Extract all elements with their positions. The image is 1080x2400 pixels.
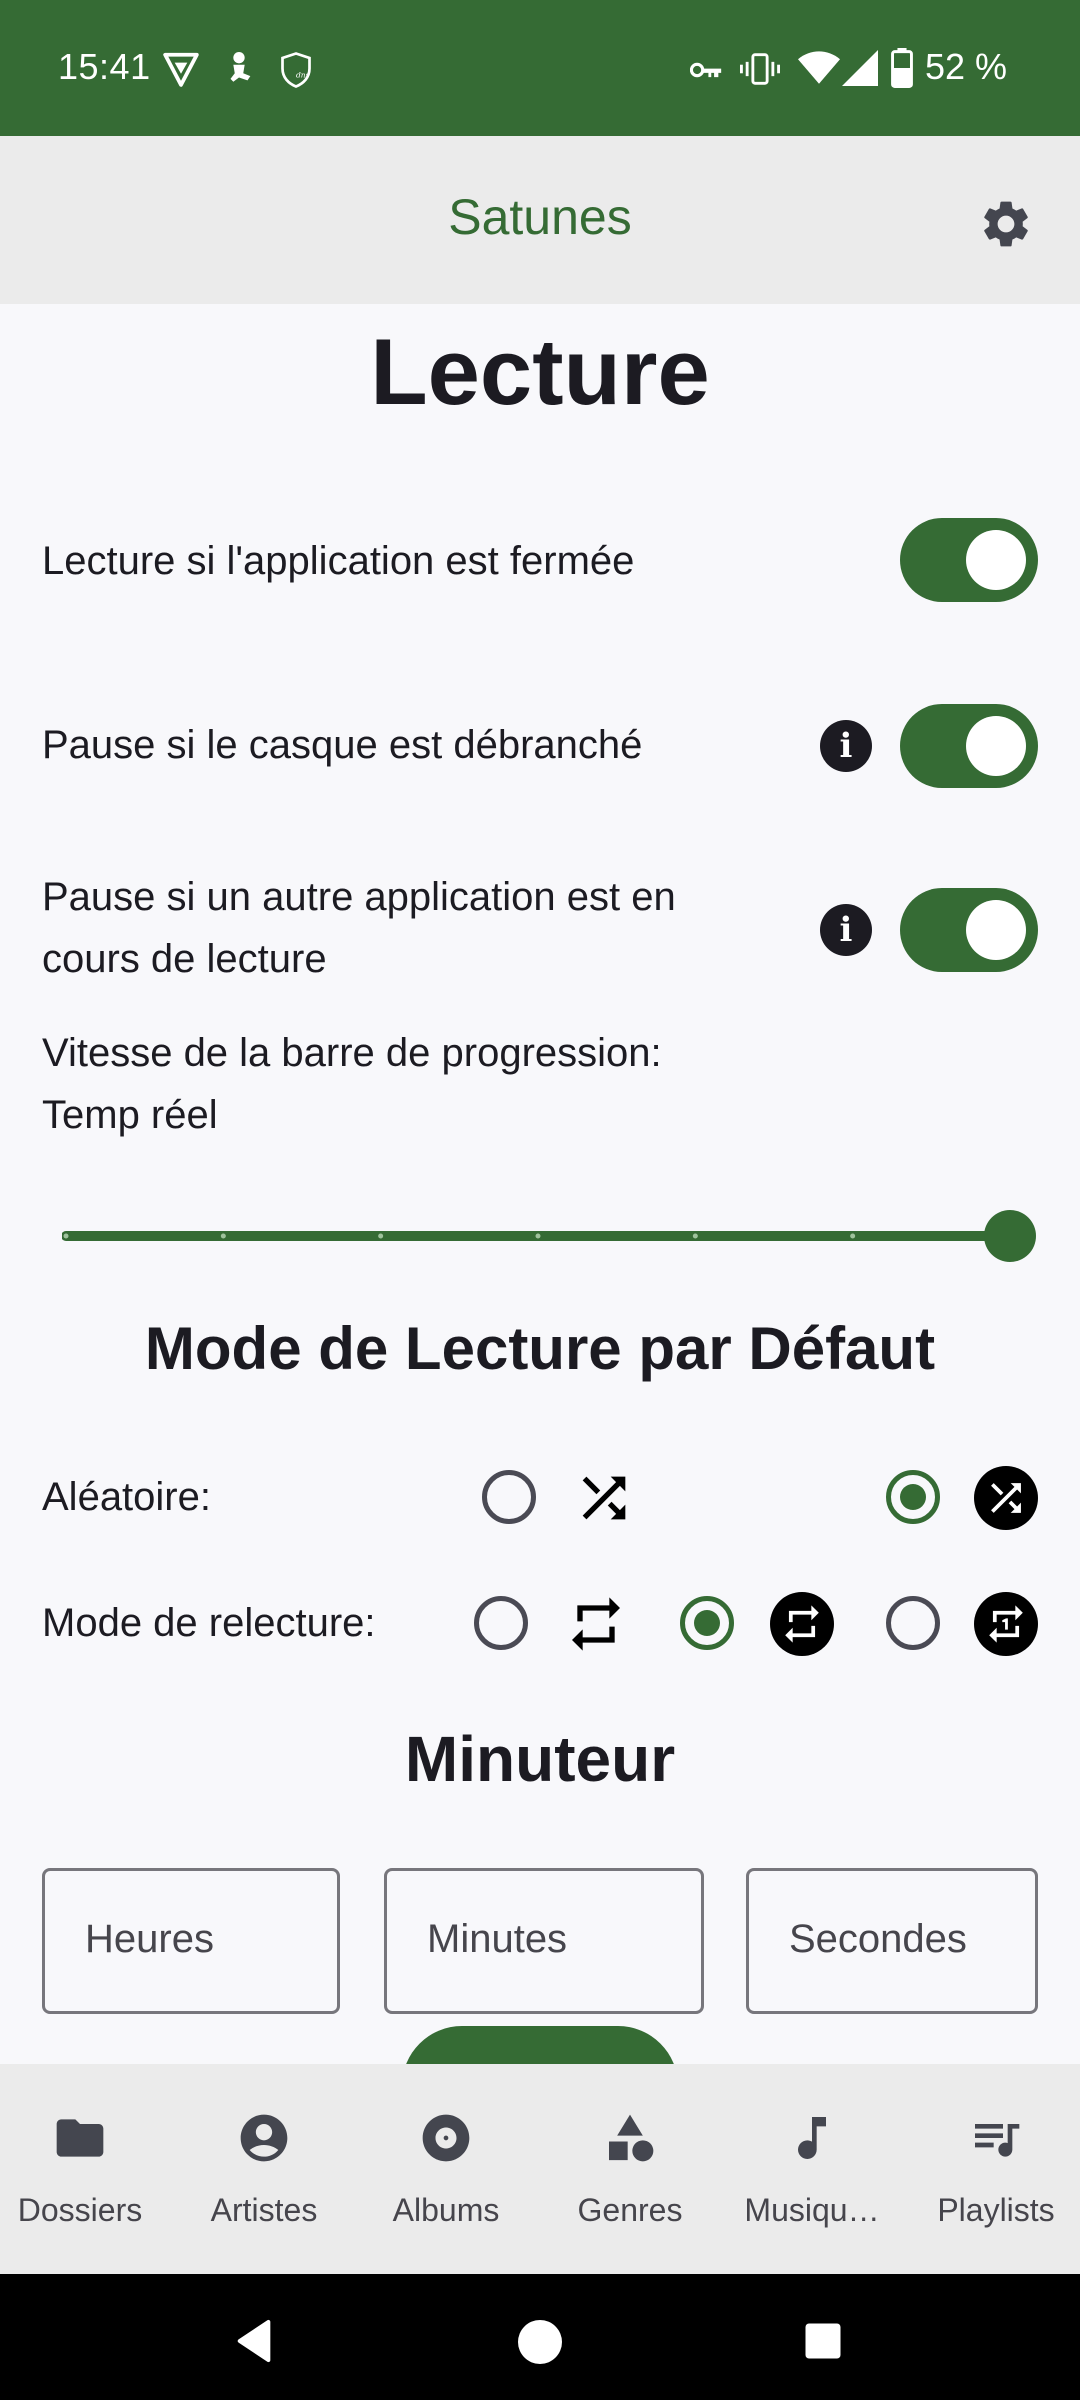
timer-hours-placeholder: Heures — [85, 1917, 214, 1961]
info-icon[interactable]: i — [820, 904, 872, 956]
battery-icon — [891, 48, 913, 88]
home-icon[interactable] — [516, 2318, 564, 2366]
nav-label: Musiqu… — [744, 2192, 880, 2228]
repeat-one-filled-icon[interactable] — [974, 1592, 1038, 1656]
toggle-knob — [966, 900, 1026, 960]
bottom-navigation: Dossiers Artistes Albums Genres Musiqu… … — [0, 2064, 1080, 2274]
info-icon[interactable]: i — [820, 720, 872, 772]
toggle-knob — [966, 530, 1026, 590]
slider-tick — [220, 1233, 226, 1239]
music-note-icon — [798, 2117, 826, 2159]
progress-speed-slider[interactable] — [62, 1206, 1040, 1266]
slider-tick — [378, 1233, 384, 1239]
nav-label: Genres — [577, 2192, 683, 2228]
app-bar: Satunes — [0, 136, 1080, 304]
section-title-timer: Minuteur — [404, 1723, 676, 1795]
toggle-pause-other-app[interactable] — [900, 888, 1038, 972]
nav-item-playlists[interactable]: Playlists — [906, 2064, 1080, 2274]
vpn-triangle-icon — [163, 52, 199, 87]
setting-label-pause-other-app-line2: cours de lecture — [42, 937, 327, 981]
back-icon[interactable] — [232, 2318, 278, 2364]
repeat-off-radio[interactable] — [474, 1596, 528, 1650]
system-navigation-bar — [0, 2274, 1080, 2400]
repeat-filled-icon[interactable] — [770, 1592, 834, 1656]
nav-item-dossiers[interactable]: Dossiers — [0, 2064, 170, 2274]
status-time: 15:41 — [58, 46, 151, 87]
section-title-mode: Mode de Lecture par Défaut — [144, 1315, 936, 1382]
cell-signal-icon — [842, 50, 878, 86]
nav-label: Dossiers — [17, 2192, 143, 2228]
status-bar: 15:41 dns 52 % — [0, 0, 1080, 136]
shuffle-filled-icon[interactable] — [974, 1466, 1038, 1530]
genres-icon — [609, 2114, 654, 2162]
recents-icon[interactable] — [802, 2320, 844, 2362]
slider-tick — [692, 1233, 698, 1239]
timer-seconds-placeholder: Secondes — [789, 1917, 967, 1961]
nav-label: Playlists — [937, 2192, 1055, 2228]
toggle-play-when-closed[interactable] — [900, 518, 1038, 602]
folder-icon — [56, 2119, 104, 2157]
gear-icon[interactable] — [978, 196, 1034, 252]
battery-percent: 52 % — [925, 46, 1008, 87]
toggle-knob — [966, 716, 1026, 776]
nav-item-musiques[interactable]: Musiqu… — [722, 2064, 902, 2274]
nav-item-genres[interactable]: Genres — [540, 2064, 720, 2274]
slider-tick — [63, 1233, 69, 1239]
nav-label: Albums — [392, 2192, 500, 2228]
shuffle-label: Aléatoire: — [42, 1475, 211, 1519]
timer-minutes-placeholder: Minutes — [427, 1917, 568, 1961]
timer-start-button[interactable] — [402, 2026, 678, 2064]
timer-seconds-field[interactable]: Secondes — [746, 1868, 1038, 2014]
repeat-all-radio[interactable] — [680, 1596, 734, 1650]
setting-label-play-when-closed: Lecture si l'application est fermée — [42, 539, 635, 583]
album-icon — [422, 2114, 470, 2162]
nav-item-artistes[interactable]: Artistes — [174, 2064, 354, 2274]
app-title: Satunes — [448, 189, 632, 245]
dns-shield-icon: dns — [281, 52, 311, 88]
timer-minutes-field[interactable]: Minutes — [384, 1868, 704, 2014]
nav-item-albums[interactable]: Albums — [356, 2064, 536, 2274]
progress-speed-value: Temp réel — [42, 1093, 218, 1137]
setting-label-pause-other-app-line1: Pause si un autre application est en — [42, 875, 676, 919]
vibrate-icon — [740, 53, 780, 85]
svg-text:dns: dns — [296, 71, 310, 80]
vpn-key-icon — [690, 62, 722, 78]
shuffle-off-radio[interactable] — [482, 1470, 536, 1524]
nav-label: Artistes — [210, 2192, 318, 2228]
wifi-icon — [798, 51, 840, 84]
slider-thumb[interactable] — [984, 1210, 1036, 1262]
slider-tick — [535, 1233, 541, 1239]
playlist-icon — [975, 2124, 1020, 2157]
shuffle-icon[interactable] — [572, 1466, 636, 1530]
section-title-lecture: Lecture — [370, 319, 710, 424]
timer-hours-field[interactable]: Heures — [42, 1868, 340, 2014]
settings-content[interactable]: Lecture Lecture si l'application est fer… — [0, 304, 1080, 2064]
toggle-pause-headphones[interactable] — [900, 704, 1038, 788]
repeat-one-radio[interactable] — [886, 1596, 940, 1650]
shuffle-on-radio[interactable] — [886, 1470, 940, 1524]
repeat-icon[interactable] — [564, 1592, 628, 1656]
progress-speed-label: Vitesse de la barre de progression: — [42, 1031, 662, 1075]
slider-tick — [850, 1233, 856, 1239]
artist-icon — [240, 2114, 288, 2162]
setting-label-pause-headphones: Pause si le casque est débranché — [42, 723, 643, 767]
repeat-label: Mode de relecture: — [42, 1601, 376, 1645]
running-person-icon — [230, 52, 251, 82]
